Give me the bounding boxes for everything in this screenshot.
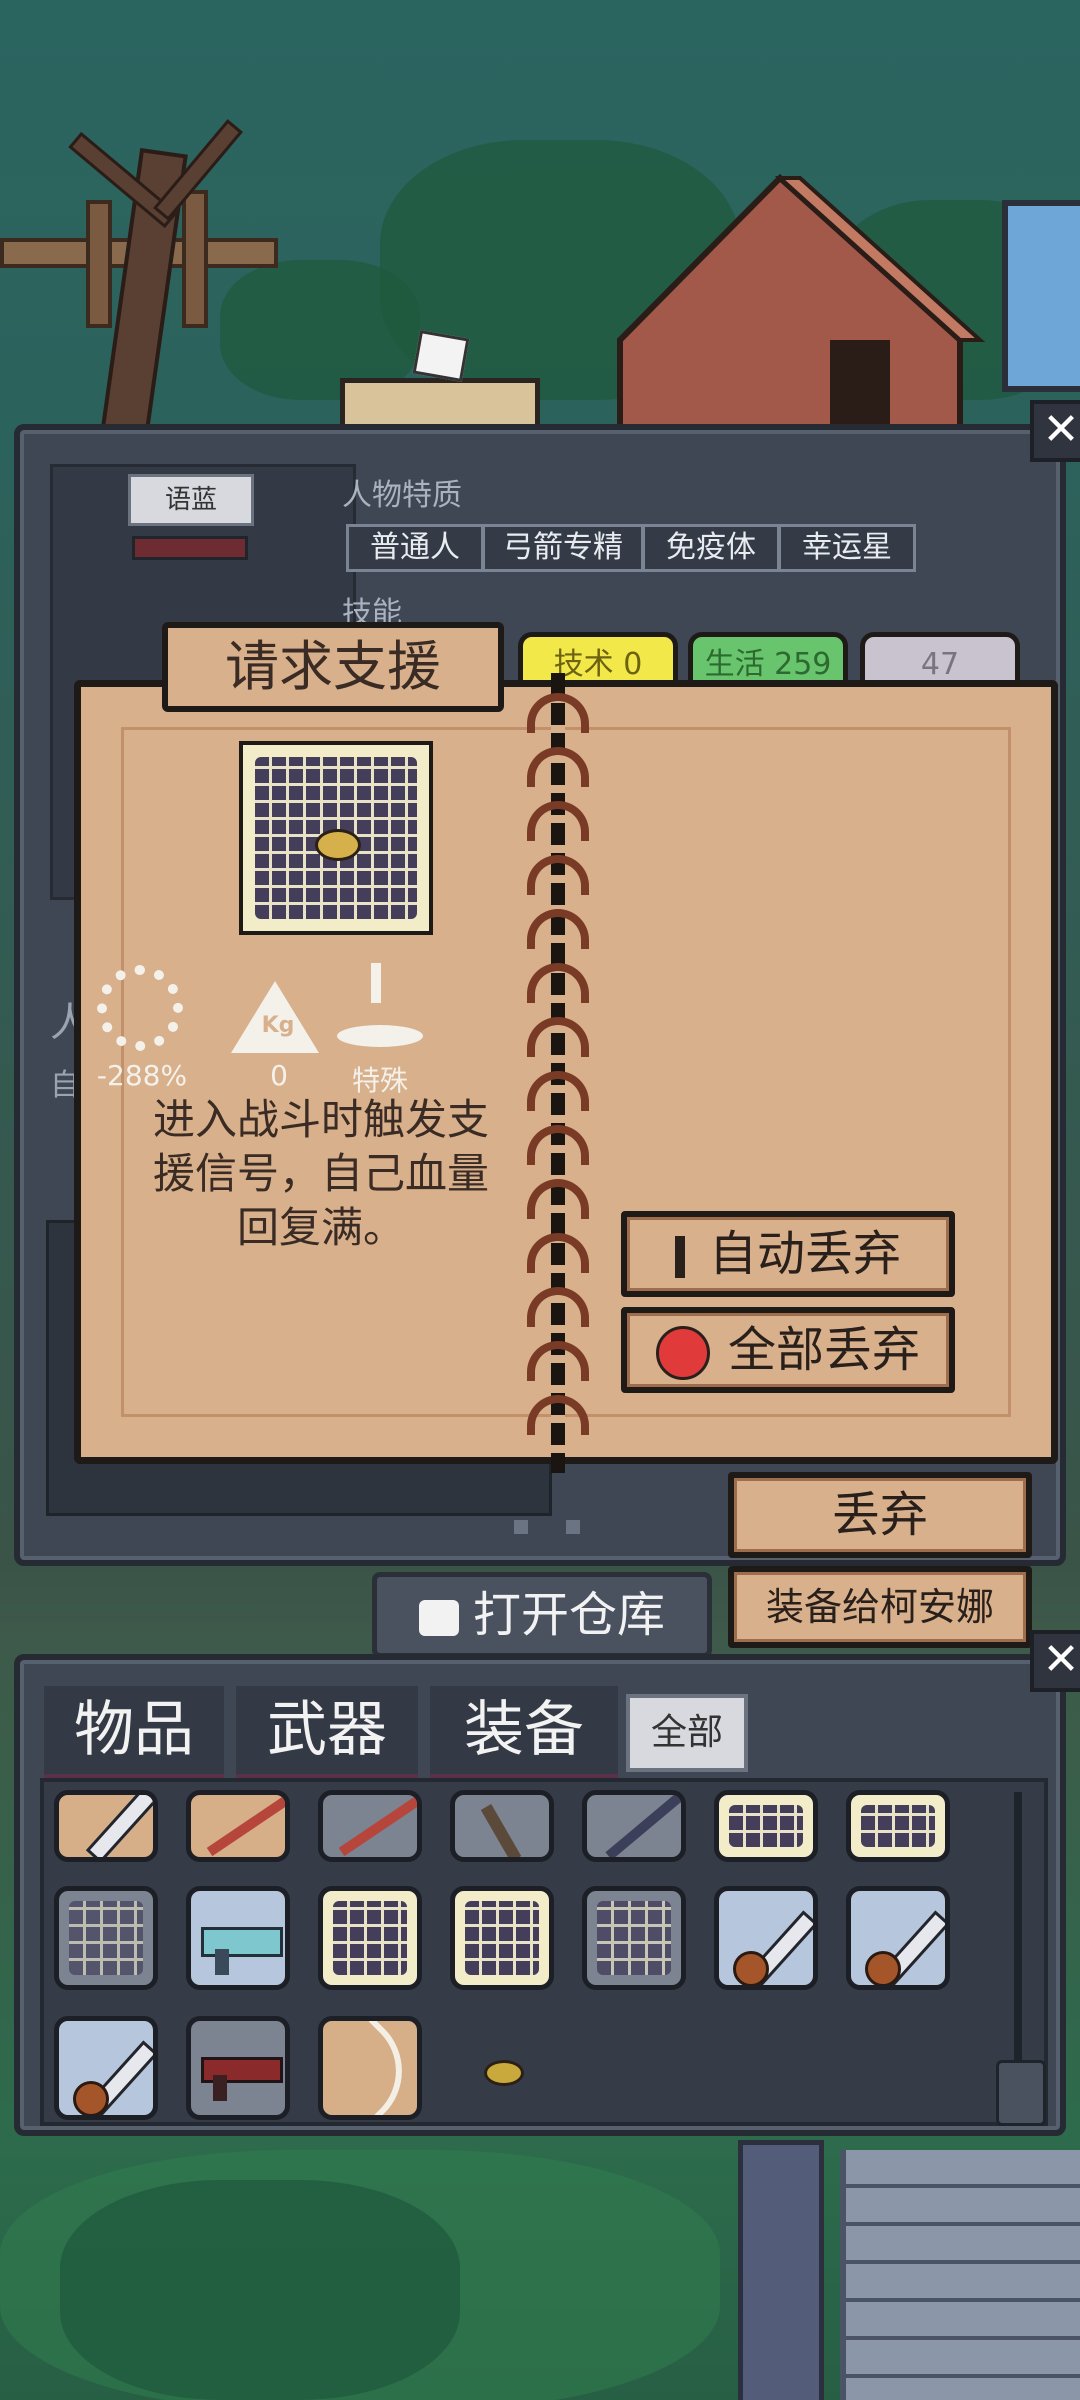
inventory-slot-plasma-gun[interactable] (186, 1886, 290, 1990)
close-inventory-panel-button[interactable]: ✕ (1030, 1630, 1080, 1692)
spine-ring (527, 1017, 589, 1057)
health-bar (132, 536, 248, 560)
spine-ring (527, 1287, 589, 1327)
scrollbar-handle[interactable] (996, 2060, 1046, 2126)
spine-ring (527, 693, 589, 733)
spine-ring (527, 1071, 589, 1111)
cube-icon (412, 329, 470, 383)
inventory-slot-chip[interactable] (54, 1886, 158, 1990)
spine-ring (527, 1395, 589, 1435)
inventory-slot-red-stick[interactable] (186, 1790, 290, 1862)
book-spine (523, 673, 593, 1473)
page-indicator-dot (566, 1520, 580, 1534)
inventory-item-small[interactable] (484, 2060, 524, 2086)
tab-items[interactable]: 物品 (44, 1686, 224, 1780)
gear-wrench-icon (97, 965, 183, 1051)
trait-tag-normal[interactable]: 普通人 (346, 524, 484, 572)
book-title: 请求支援 (162, 622, 504, 712)
tab-equipment[interactable]: 装备 (430, 1686, 618, 1780)
spine-ring (527, 801, 589, 841)
inventory-slot-hammer[interactable] (450, 1790, 554, 1862)
inventory-slot-chip[interactable] (318, 1886, 422, 1990)
spine-ring (527, 909, 589, 949)
stone-pillar (738, 2140, 824, 2400)
close-character-panel-button[interactable]: ✕ (1030, 400, 1080, 462)
spine-ring (527, 1341, 589, 1381)
equip-to-character-button[interactable]: 装备给柯安娜 (728, 1566, 1032, 1648)
window-frame (1002, 200, 1080, 392)
weight-kg-text: Kg (261, 1013, 295, 1038)
inventory-slot-blaster[interactable] (186, 2016, 290, 2120)
stone-stairs (840, 2150, 1080, 2400)
inventory-scrollbar[interactable] (1014, 1792, 1022, 2092)
spine-ring (527, 1233, 589, 1273)
inventory-slot-knife[interactable] (54, 1790, 158, 1862)
trait-tag-lucky[interactable]: 幸运星 (778, 524, 916, 572)
spine-ring (527, 1179, 589, 1219)
item-detail-book: -288% Kg 0 特殊 进入战斗时触发支援信号，自己血量回复满。 自动丢弃 … (74, 673, 1058, 1473)
support-signal-chip-icon (239, 741, 433, 935)
tab-weapons[interactable]: 武器 (236, 1686, 418, 1780)
trait-tag-immune[interactable]: 免疫体 (642, 524, 780, 572)
page-indicator-dot (514, 1520, 528, 1534)
inventory-slot-chip[interactable] (450, 1886, 554, 1990)
auto-discard-button[interactable]: 自动丢弃 (621, 1211, 955, 1297)
discard-all-button[interactable]: 全部丢弃 (621, 1307, 955, 1393)
item-description: 进入战斗时触发支援信号，自己血量回复满。 (152, 1095, 489, 1252)
spine-ring (527, 963, 589, 1003)
character-name-tag[interactable]: 语蓝 (128, 474, 254, 526)
inventory-slot-dark-stick[interactable] (582, 1790, 686, 1862)
inventory-slot-chip[interactable] (714, 1790, 818, 1862)
traits-label: 人物特质 (342, 478, 462, 513)
spine-ring (527, 747, 589, 787)
tent (617, 173, 986, 430)
dagger-icon (674, 1236, 685, 1278)
inventory-slot-chainsaw[interactable] (714, 1886, 818, 1990)
discard-button[interactable]: 丢弃 (728, 1472, 1032, 1558)
inventory-slot-chip[interactable] (846, 1790, 950, 1862)
open-storage-button[interactable]: 打开仓库 (372, 1572, 712, 1658)
inventory-slot-red-stick[interactable] (318, 1790, 422, 1862)
angry-face-icon (655, 1326, 710, 1380)
special-pedestal-icon (337, 1025, 423, 1047)
stat-value-weight: 0 (270, 1059, 288, 1092)
stat-value-modifier: -288% (96, 1059, 188, 1092)
inventory-slot-bow[interactable] (318, 2016, 422, 2120)
spine-ring (527, 855, 589, 895)
boxes-icon (418, 1600, 459, 1636)
inventory-slot-chainsaw[interactable] (54, 2016, 158, 2120)
trait-tag-archery[interactable]: 弓箭专精 (482, 524, 644, 572)
inventory-slot-chainsaw[interactable] (846, 1886, 950, 1990)
filter-all-button[interactable]: 全部 (626, 1694, 748, 1772)
inventory-slot-chip[interactable] (582, 1886, 686, 1990)
spine-ring (527, 1125, 589, 1165)
